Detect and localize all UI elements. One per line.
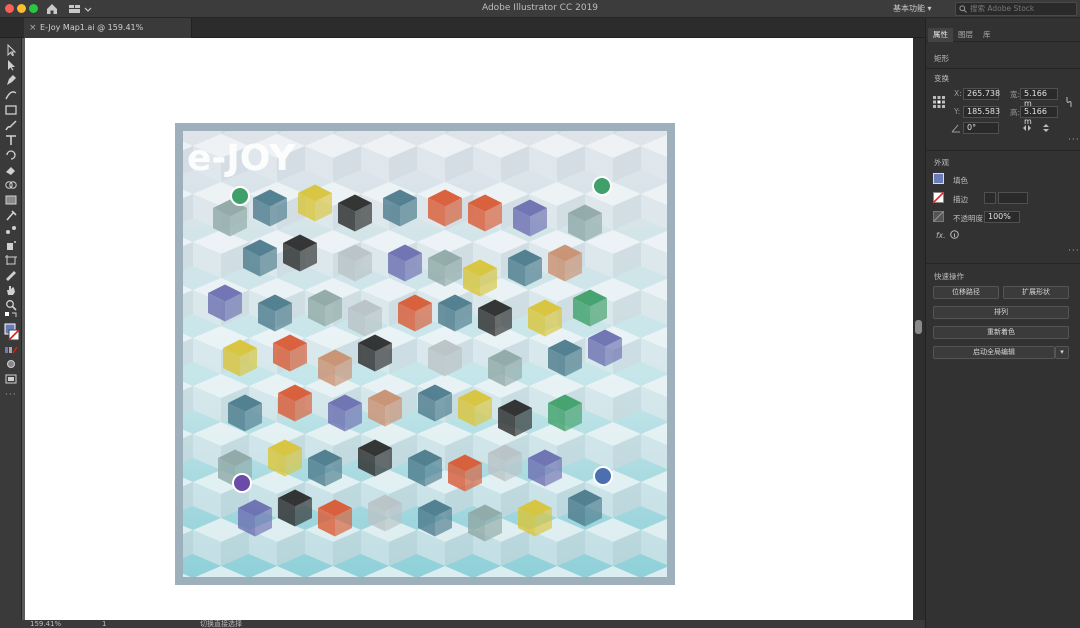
reference-point-icon[interactable]: [933, 96, 945, 108]
rotate-tool-icon[interactable]: [4, 149, 18, 161]
y-field[interactable]: 185.583: [963, 106, 1000, 118]
eraser-tool-icon[interactable]: [4, 164, 18, 176]
artboard-number[interactable]: 1: [102, 620, 106, 628]
map-pin-icon: [230, 186, 250, 206]
stroke-none-swatch[interactable]: [933, 192, 944, 203]
width-field[interactable]: 5.166 m: [1020, 88, 1058, 108]
map-pin-icon: [592, 176, 612, 196]
search-placeholder: 搜索 Adobe Stock: [970, 4, 1035, 13]
x-label: X:: [954, 89, 962, 98]
opacity-icon: [933, 211, 944, 222]
selection-tool-icon[interactable]: [4, 44, 18, 56]
status-tool[interactable]: 切换直接选择: [200, 620, 242, 628]
rectangle-tool-icon[interactable]: [4, 104, 18, 116]
hand-tool-icon[interactable]: [4, 284, 18, 296]
arrange-button[interactable]: 排列: [933, 306, 1069, 319]
artboard[interactable]: e-JOY: [25, 38, 913, 620]
screen-mode-icon[interactable]: [4, 373, 18, 385]
panel-tabs: 属性 图层 库: [926, 28, 1080, 42]
shape-builder-tool-icon[interactable]: [4, 179, 18, 191]
slice-tool-icon[interactable]: [4, 269, 18, 281]
stroke-weight-field[interactable]: [998, 192, 1028, 204]
properties-panel: 属性 图层 库 矩形 变换 X: 265.738 宽: 5.166 m Y: 1…: [925, 18, 1080, 628]
global-edit-button[interactable]: 启动全局编辑: [933, 346, 1055, 359]
stroke-weight-stepper[interactable]: [984, 192, 996, 204]
paintbrush-tool-icon[interactable]: [4, 119, 18, 131]
h-label: 高:: [1010, 108, 1021, 117]
rotate-angle-icon: [951, 124, 960, 133]
map-pin-icon: [232, 473, 252, 493]
close-tab-icon[interactable]: ×: [29, 18, 37, 38]
fill-stroke-swatch-icon[interactable]: [4, 323, 20, 341]
scroll-thumb[interactable]: [915, 320, 922, 334]
angle-field[interactable]: 0°: [963, 122, 999, 134]
offset-path-button[interactable]: 位移路径: [933, 286, 999, 299]
draw-mode-icon[interactable]: [4, 358, 18, 370]
info-icon[interactable]: [950, 230, 959, 239]
tab-properties[interactable]: 属性: [928, 28, 953, 42]
eyedropper-tool-icon[interactable]: [4, 209, 18, 221]
document-tab[interactable]: × E-Joy Map1.ai @ 159.41% (CMYK/GPU 预览): [24, 18, 192, 52]
appearance-more-icon[interactable]: ···: [1068, 246, 1080, 256]
expand-shape-button[interactable]: 扩展形状: [1003, 286, 1069, 299]
fill-label: 填色: [953, 176, 968, 185]
stock-search-input[interactable]: 搜索 Adobe Stock: [955, 2, 1077, 16]
recolor-button[interactable]: 重新着色: [933, 326, 1069, 339]
swap-fill-stroke-icon[interactable]: [4, 311, 18, 323]
tab-layers[interactable]: 图层: [953, 28, 978, 42]
quick-actions-title: 快速操作: [934, 272, 964, 281]
y-label: Y:: [954, 107, 961, 116]
constrain-proportions-icon[interactable]: [1064, 96, 1074, 108]
fill-swatch[interactable]: [933, 173, 944, 184]
appearance-title: 外观: [934, 158, 949, 167]
canvas[interactable]: e-JOY: [22, 38, 913, 620]
map-pin-icon: [593, 466, 613, 486]
color-mode-icon[interactable]: [4, 344, 18, 356]
zoom-tool-icon[interactable]: [4, 299, 18, 311]
effects-label[interactable]: fx.: [936, 231, 945, 240]
direct-selection-tool-icon[interactable]: [4, 59, 18, 71]
object-type: 矩形: [934, 54, 949, 63]
height-field[interactable]: 5.166 m: [1020, 106, 1058, 126]
global-edit-dropdown[interactable]: ▾: [1055, 346, 1069, 359]
search-icon: [959, 5, 967, 13]
transform-more-icon[interactable]: ···: [1068, 135, 1080, 145]
artboard-tool-icon[interactable]: [4, 254, 18, 266]
title-bar: Adobe Illustrator CC 2019 基本功能 ▾ 搜索 Adob…: [0, 0, 1080, 18]
tab-libraries[interactable]: 库: [978, 28, 996, 42]
zoom-level[interactable]: 159.41%: [30, 620, 61, 628]
flip-vertical-icon[interactable]: [1042, 123, 1050, 133]
ejoy-logo: e-JOY: [187, 138, 296, 179]
opacity-label: 不透明度: [953, 214, 983, 223]
board-game-map-artwork[interactable]: e-JOY: [25, 38, 913, 620]
transform-title: 变换: [934, 74, 949, 83]
w-label: 宽:: [1010, 90, 1021, 99]
workspace-switcher[interactable]: 基本功能 ▾: [893, 3, 932, 14]
curvature-tool-icon[interactable]: [4, 89, 18, 101]
gradient-tool-icon[interactable]: [4, 194, 18, 206]
symbol-sprayer-tool-icon[interactable]: [4, 239, 18, 251]
document-tab-bar: × E-Joy Map1.ai @ 159.41% (CMYK/GPU 预览): [0, 18, 925, 52]
blend-tool-icon[interactable]: [4, 224, 18, 236]
edit-toolbar-icon[interactable]: ···: [5, 390, 17, 400]
vertical-scrollbar[interactable]: [913, 38, 925, 620]
pen-tool-icon[interactable]: [4, 74, 18, 86]
status-bar: 159.41% 1 切换直接选择: [0, 620, 925, 628]
opacity-field[interactable]: 100%: [984, 211, 1020, 223]
stroke-label: 描边: [953, 195, 968, 204]
type-tool-icon[interactable]: [4, 134, 18, 146]
x-field[interactable]: 265.738: [963, 88, 1000, 100]
tools-panel: ···: [0, 38, 22, 620]
flip-horizontal-icon[interactable]: [1022, 124, 1032, 132]
